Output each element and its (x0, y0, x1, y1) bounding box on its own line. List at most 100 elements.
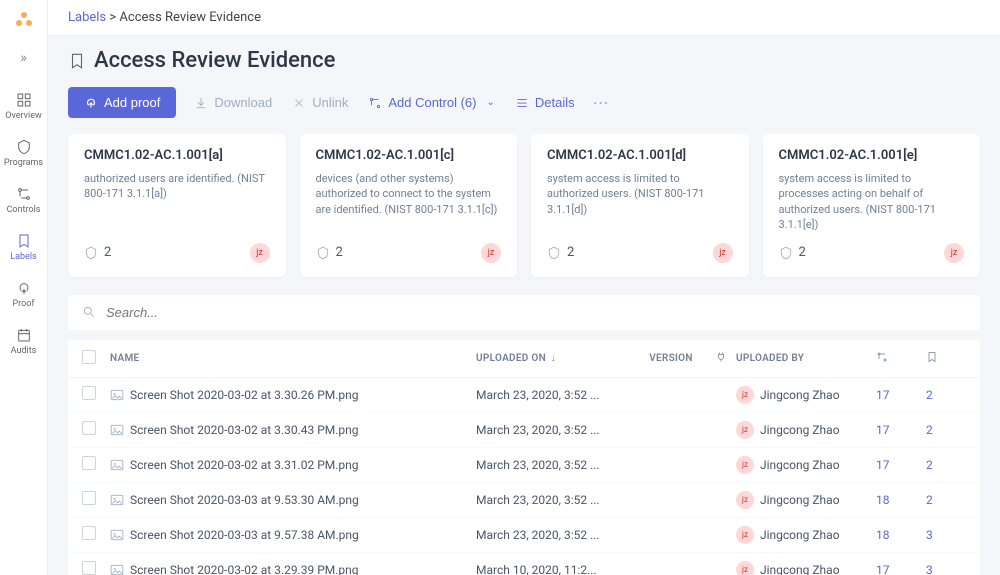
table-header: NAME UPLOADED ON ↓ VERSION UPLOADED BY (68, 340, 980, 378)
image-file-icon (110, 529, 124, 541)
more-icon[interactable]: ⋯ (593, 93, 609, 112)
th-uploaded-by[interactable]: UPLOADED BY (736, 353, 876, 364)
labels-count[interactable]: 3 (926, 563, 966, 575)
card-title: CMMC1.02-AC.1.001[c] (316, 148, 502, 163)
controls-count[interactable]: 17 (876, 423, 926, 437)
nav-audits[interactable]: Audits (0, 319, 47, 366)
file-name: Screen Shot 2020-03-03 at 9.57.38 AM.png (130, 528, 359, 542)
uploaded-on: March 23, 2020, 3:52 ... (476, 493, 636, 507)
file-name: Screen Shot 2020-03-02 at 3.30.43 PM.png (130, 423, 359, 437)
avatar: jz (736, 491, 754, 509)
shield-icon (84, 246, 98, 260)
main: Labels > Access Review Evidence Access R… (48, 0, 1000, 575)
labels-count[interactable]: 2 (926, 388, 966, 402)
card-description: devices (and other systems) authorized t… (316, 171, 502, 233)
avatar: jz (736, 456, 754, 474)
th-controls-icon[interactable] (876, 351, 926, 366)
controls-count[interactable]: 18 (876, 528, 926, 542)
table-row[interactable]: Screen Shot 2020-03-02 at 3.30.26 PM.png… (68, 378, 980, 413)
labels-count[interactable]: 2 (926, 493, 966, 507)
row-checkbox[interactable] (82, 421, 96, 435)
controls-count[interactable]: 18 (876, 493, 926, 507)
table-row[interactable]: Screen Shot 2020-03-02 at 3.29.39 PM.png… (68, 553, 980, 575)
unlink-button[interactable]: Unlink (290, 91, 350, 114)
uploaded-by: Jingcong Zhao (760, 388, 840, 402)
search-icon (82, 305, 96, 319)
download-button[interactable]: Download (192, 91, 274, 114)
cloud-upload-icon (84, 96, 98, 110)
bookmark-icon (68, 52, 86, 70)
th-version[interactable]: VERSION (636, 353, 706, 364)
nav-controls[interactable]: Controls (0, 178, 47, 225)
th-labels-icon[interactable] (926, 351, 966, 366)
add-control-button[interactable]: Add Control (6) ⌄ (366, 91, 497, 114)
nav-label: Labels (10, 252, 36, 262)
th-uploaded-on[interactable]: UPLOADED ON ↓ (476, 353, 636, 364)
image-file-icon (110, 564, 124, 575)
avatar: jz (481, 243, 501, 263)
chevron-down-icon: ⌄ (486, 97, 494, 108)
breadcrumb-parent[interactable]: Labels (68, 10, 106, 25)
file-name: Screen Shot 2020-03-02 at 3.31.02 PM.png (130, 458, 359, 472)
uploaded-by: Jingcong Zhao (760, 423, 840, 437)
row-checkbox[interactable] (82, 386, 96, 400)
row-checkbox[interactable] (82, 526, 96, 540)
control-card[interactable]: CMMC1.02-AC.1.001[c] devices (and other … (300, 134, 518, 277)
nav-label: Controls (7, 205, 41, 215)
labels-count[interactable]: 2 (926, 423, 966, 437)
th-integration-icon[interactable] (706, 351, 736, 366)
shield-icon (316, 246, 330, 260)
avatar: jz (713, 243, 733, 263)
collapse-icon[interactable]: » (20, 50, 27, 66)
select-all-checkbox[interactable] (82, 350, 96, 364)
toolbar: Add proof Download Unlink Add Control (6… (68, 87, 980, 118)
card-description: system access is limited to authorized u… (547, 171, 733, 233)
labels-count[interactable]: 3 (926, 528, 966, 542)
controls-count[interactable]: 17 (876, 563, 926, 575)
list-icon (515, 96, 529, 110)
row-checkbox[interactable] (82, 561, 96, 575)
nav-label: Audits (11, 346, 37, 356)
table-row[interactable]: Screen Shot 2020-03-02 at 3.31.02 PM.png… (68, 448, 980, 483)
sort-down-icon: ↓ (551, 353, 556, 364)
controls-count[interactable]: 17 (876, 458, 926, 472)
card-description: authorized users are identified. (NIST 8… (84, 171, 270, 233)
add-proof-button[interactable]: Add proof (68, 87, 176, 118)
nav-labels[interactable]: Labels (0, 225, 47, 272)
image-file-icon (110, 494, 124, 506)
controls-icon (368, 96, 382, 110)
details-button[interactable]: Details (513, 91, 577, 114)
breadcrumb-current: Access Review Evidence (119, 10, 261, 25)
control-card[interactable]: CMMC1.02-AC.1.001[e] system access is li… (763, 134, 981, 277)
table-row[interactable]: Screen Shot 2020-03-03 at 9.57.38 AM.png… (68, 518, 980, 553)
uploaded-on: March 23, 2020, 3:52 ... (476, 458, 636, 472)
card-count: 2 (316, 245, 343, 260)
th-name[interactable]: NAME (110, 353, 476, 364)
search-input[interactable] (106, 305, 966, 320)
close-icon (292, 96, 306, 110)
control-card[interactable]: CMMC1.02-AC.1.001[d] system access is li… (531, 134, 749, 277)
card-description: system access is limited to processes ac… (779, 171, 965, 233)
labels-count[interactable]: 2 (926, 458, 966, 472)
table-row[interactable]: Screen Shot 2020-03-03 at 9.53.30 AM.png… (68, 483, 980, 518)
uploaded-by: Jingcong Zhao (760, 563, 840, 575)
shield-icon (547, 246, 561, 260)
evidence-table: NAME UPLOADED ON ↓ VERSION UPLOADED BY S… (68, 340, 980, 575)
download-icon (194, 96, 208, 110)
control-card[interactable]: CMMC1.02-AC.1.001[a] authorized users ar… (68, 134, 286, 277)
logo (12, 8, 36, 32)
nav-proof[interactable]: Proof (0, 272, 47, 319)
sidebar: » Overview Programs Controls Labels Proo… (0, 0, 48, 575)
nav-programs[interactable]: Programs (0, 131, 47, 178)
row-checkbox[interactable] (82, 491, 96, 505)
nav-overview[interactable]: Overview (0, 84, 47, 131)
image-file-icon (110, 424, 124, 436)
image-file-icon (110, 459, 124, 471)
card-title: CMMC1.02-AC.1.001[a] (84, 148, 270, 163)
card-title: CMMC1.02-AC.1.001[d] (547, 148, 733, 163)
uploaded-by: Jingcong Zhao (760, 493, 840, 507)
row-checkbox[interactable] (82, 456, 96, 470)
avatar: jz (736, 561, 754, 575)
table-row[interactable]: Screen Shot 2020-03-02 at 3.30.43 PM.png… (68, 413, 980, 448)
controls-count[interactable]: 17 (876, 388, 926, 402)
